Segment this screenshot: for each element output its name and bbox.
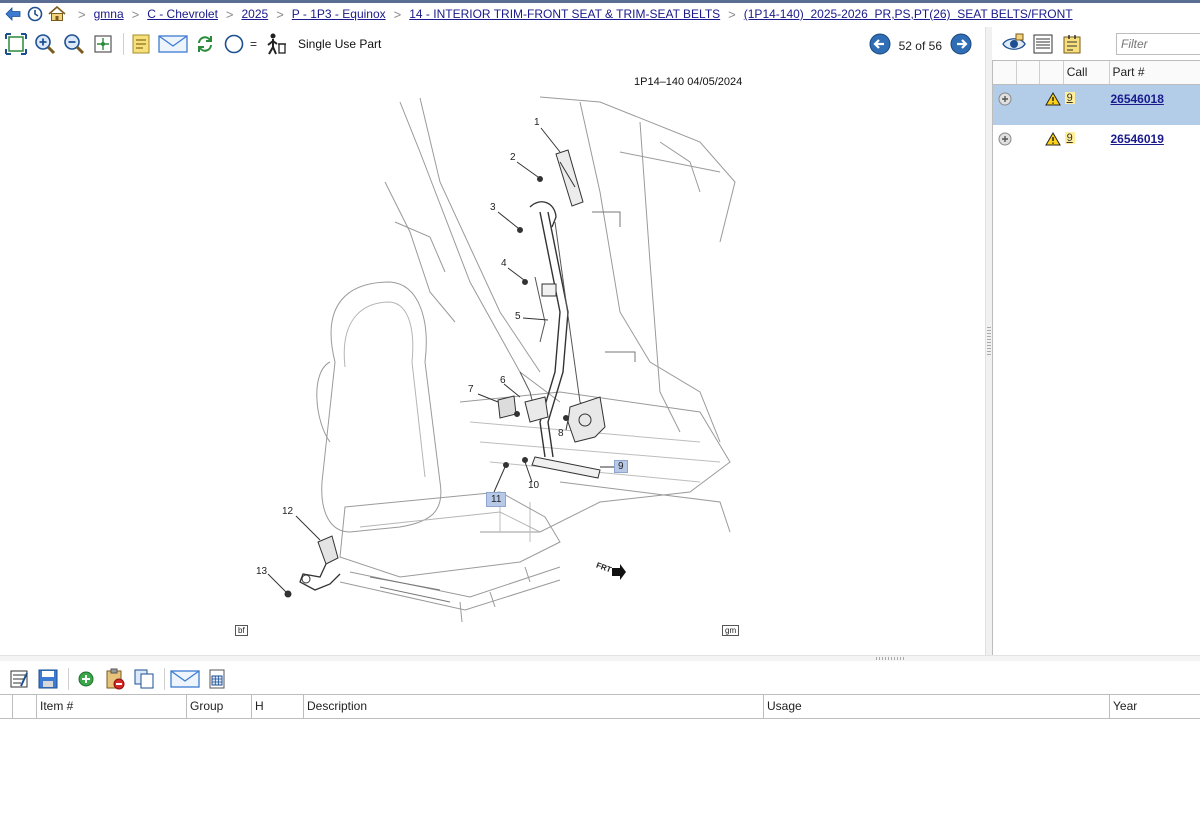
parts-table: Call Part # 9 26546018 9 26546019 [992, 60, 1200, 656]
corner-tag-right: gm [722, 625, 740, 636]
view-icon[interactable] [1001, 31, 1027, 57]
refresh-icon[interactable] [192, 31, 218, 57]
edit-list-icon[interactable] [6, 666, 32, 692]
toolbar-divider [68, 668, 69, 690]
chevron-right-icon: > [276, 6, 284, 22]
callout-5[interactable]: 5 [515, 311, 521, 322]
save-icon[interactable] [35, 666, 61, 692]
parts-list-icon[interactable] [1059, 31, 1085, 57]
forward-arrow-icon [612, 564, 626, 580]
corner-tag-left: bf [235, 625, 248, 636]
circle-legend-icon [221, 31, 247, 57]
callout-10[interactable]: 10 [528, 480, 539, 491]
callout-9[interactable]: 9 [614, 460, 628, 473]
selection-grid-header: Item # Group H Description Usage Year [0, 694, 1200, 719]
col-expand [993, 61, 1017, 84]
seat-belt-illustration [267, 96, 736, 623]
col-h[interactable]: H [252, 695, 304, 718]
table-row[interactable]: 9 26546019 [993, 125, 1200, 165]
callout-8[interactable]: 8 [558, 428, 564, 439]
callout-13[interactable]: 13 [256, 566, 267, 577]
horizontal-splitter[interactable] [0, 655, 1200, 661]
chevron-right-icon: > [393, 6, 402, 22]
bottom-toolbar [0, 664, 1200, 694]
chevron-right-icon: > [131, 6, 140, 22]
parts-table-header: Call Part # [993, 61, 1200, 85]
callout-6[interactable]: 6 [500, 375, 506, 386]
expand-icon[interactable] [993, 92, 1017, 106]
callout-3[interactable]: 3 [490, 202, 496, 213]
chevron-right-icon: > [78, 6, 86, 22]
print-list-icon[interactable] [204, 666, 230, 692]
breadcrumb-make[interactable]: C - Chevrolet [147, 7, 218, 21]
single-use-part-label: Single Use Part [298, 37, 382, 51]
col-usage[interactable]: Usage [764, 695, 1110, 718]
toolbar-divider [164, 668, 165, 690]
col-description[interactable]: Description [304, 695, 764, 718]
toolbar-divider [123, 33, 124, 55]
filter-input[interactable] [1116, 33, 1200, 55]
email-list-icon[interactable] [169, 666, 201, 692]
main-toolbar: = Single Use Part 52 of 56 [0, 27, 990, 61]
callout-2[interactable]: 2 [510, 152, 516, 163]
breadcrumb-year[interactable]: 2025 [242, 7, 269, 21]
chevron-right-icon: > [728, 6, 736, 22]
callout-11[interactable]: 11 [486, 492, 507, 507]
warning-icon [1041, 92, 1065, 106]
equals-sign: = [250, 37, 258, 51]
zoom-in-icon[interactable] [32, 31, 58, 57]
col-select [0, 695, 13, 718]
col-blank [1017, 61, 1040, 84]
warning-icon [1041, 132, 1065, 146]
col-group[interactable]: Group [187, 695, 252, 718]
next-page-icon[interactable] [950, 33, 972, 58]
breadcrumb-model[interactable]: P - 1P3 - Equinox [292, 7, 386, 21]
breadcrumb: > gmna > C - Chevrolet > 2025 > P - 1P3 … [0, 3, 1200, 25]
col-year[interactable]: Year [1110, 695, 1200, 718]
fit-to-window-icon[interactable] [3, 31, 29, 57]
remove-from-clipboard-icon[interactable] [102, 666, 128, 692]
callout-1[interactable]: 1 [534, 117, 540, 128]
pan-icon[interactable] [90, 31, 116, 57]
chevron-right-icon: > [225, 6, 234, 22]
col-flag [1040, 61, 1064, 84]
col-item-number[interactable]: Item # [37, 695, 187, 718]
col-blank [13, 695, 37, 718]
vertical-splitter[interactable] [985, 27, 992, 655]
breadcrumb-illustration[interactable]: (1P14-140) 2025-2026 PR,PS,PT(26) SEAT B… [744, 7, 1073, 21]
callout-7[interactable]: 7 [468, 384, 474, 395]
parts-diagram[interactable]: 1P14–140 04/05/2024 1 2 3 4 5 6 7 8 9 10… [0, 62, 985, 654]
breadcrumb-gmna[interactable]: gmna [94, 7, 124, 21]
single-use-person-icon [263, 31, 289, 57]
call-number[interactable]: 9 [1064, 132, 1075, 144]
callout-12[interactable]: 12 [282, 506, 293, 517]
pager: 52 of 56 [869, 33, 972, 58]
splitter-grip [876, 657, 906, 660]
page-counter: 52 of 56 [898, 38, 942, 53]
add-icon[interactable] [73, 666, 99, 692]
back-arrow-icon[interactable] [4, 5, 22, 23]
previous-page-icon[interactable] [869, 33, 891, 58]
zoom-out-icon[interactable] [61, 31, 87, 57]
part-number-link[interactable]: 26546018 [1110, 92, 1163, 106]
notes-icon[interactable] [128, 31, 154, 57]
splitter-grip [987, 327, 991, 357]
table-row[interactable]: 9 26546018 [993, 85, 1200, 125]
history-icon[interactable] [26, 5, 44, 23]
part-number-link[interactable]: 26546019 [1110, 132, 1163, 146]
list-view-icon[interactable] [1030, 31, 1056, 57]
col-call[interactable]: Call [1064, 61, 1110, 84]
copy-icon[interactable] [131, 666, 157, 692]
email-icon[interactable] [157, 31, 189, 57]
home-icon[interactable] [48, 5, 66, 23]
expand-icon[interactable] [993, 132, 1017, 146]
callout-4[interactable]: 4 [501, 258, 507, 269]
call-number[interactable]: 9 [1064, 92, 1075, 104]
col-part-number[interactable]: Part # [1110, 61, 1200, 84]
breadcrumb-group[interactable]: 14 - INTERIOR TRIM-FRONT SEAT & TRIM-SEA… [409, 7, 720, 21]
